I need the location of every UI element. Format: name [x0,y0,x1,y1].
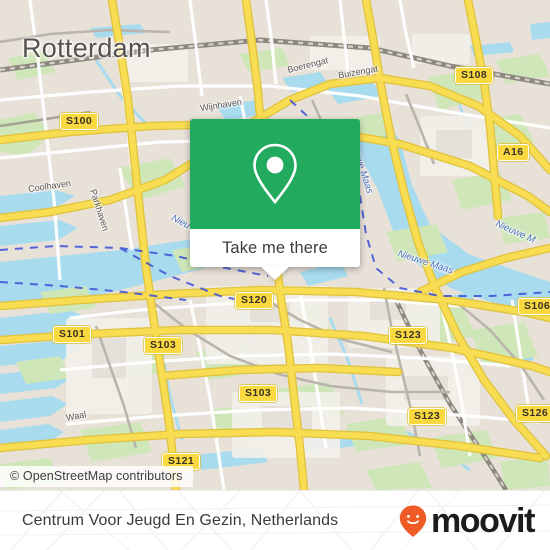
osm-attribution[interactable]: © OpenStreetMap contributors [0,466,193,487]
map-label-city: Rotterdam [22,33,151,63]
take-me-there-label: Take me there [222,238,328,257]
popup-pin-area [190,119,360,229]
popup-action-bar[interactable]: Take me there [190,229,360,280]
road-shield[interactable]: S106 [518,298,550,315]
place-title: Centrum Voor Jeugd En Gezin, Netherlands [22,511,339,529]
footer-bar: Centrum Voor Jeugd En Gezin, Netherlands… [0,490,550,550]
road-shield[interactable]: S103 [239,385,278,402]
map-canvas[interactable]: Rotterdam Wijnhaven Boerengat Buizengat … [0,0,550,490]
location-pin-icon [253,143,297,205]
road-shield[interactable]: S126 [516,405,550,422]
moovit-wordmark: moovit [430,501,535,540]
road-shield[interactable]: S108 [455,67,494,84]
location-popup-card[interactable]: Take me there [190,119,360,280]
road-shield[interactable]: A16 [497,144,530,161]
road-shield[interactable]: S100 [60,113,99,130]
moovit-logo[interactable]: moovit [398,501,535,540]
road-shield[interactable]: S120 [235,292,274,309]
popup-tail [260,266,290,280]
road-shield[interactable]: S103 [144,337,183,354]
road-shield[interactable]: S101 [53,326,92,343]
moovit-smiley-pin-icon [399,505,427,537]
road-shield[interactable]: S123 [389,327,428,344]
road-shield[interactable]: S123 [408,408,447,425]
